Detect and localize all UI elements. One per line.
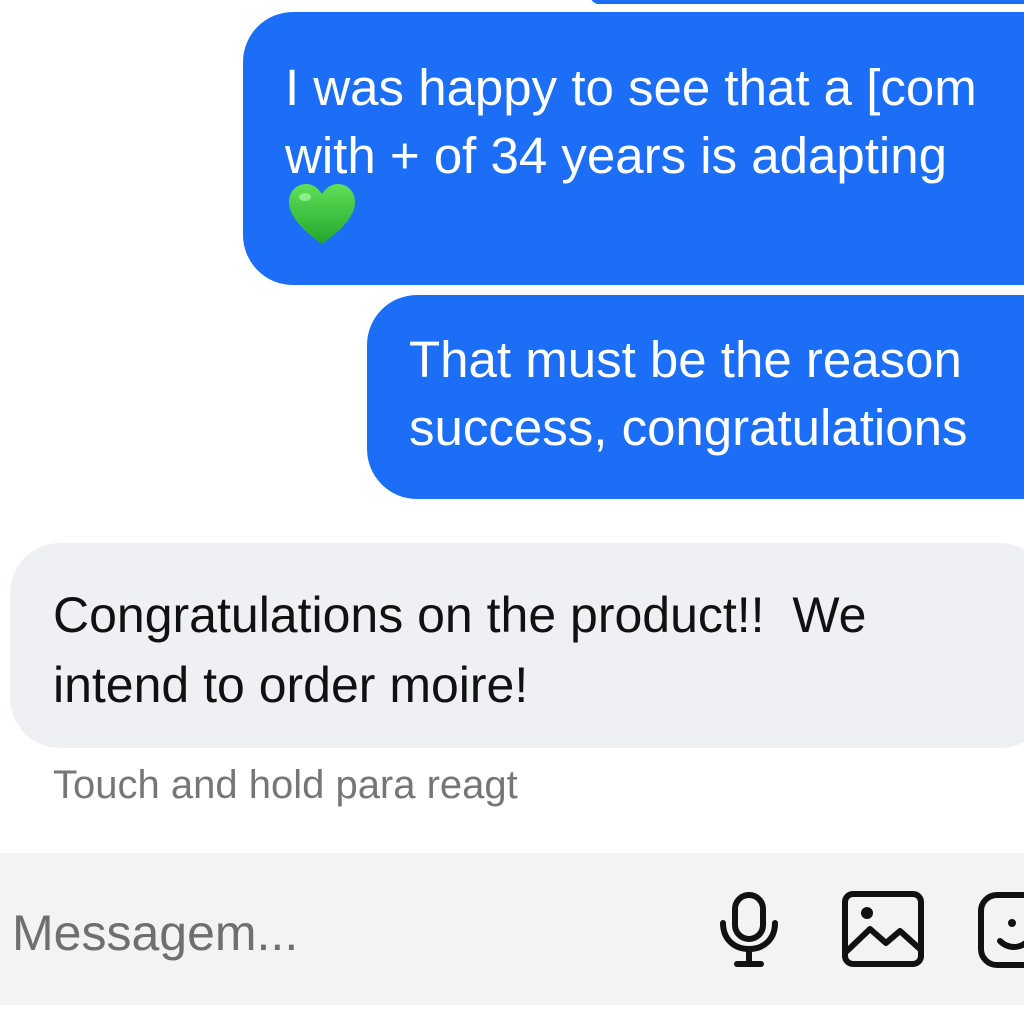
message-line: intend to order moire!	[53, 657, 529, 713]
received-message-bubble[interactable]: Congratulations on the product!! We inte…	[10, 543, 1024, 748]
microphone-icon[interactable]	[716, 889, 782, 969]
message-line: with + of 34 years is adapting	[285, 127, 947, 184]
reaction-hint: Touch and hold para reagt	[53, 763, 518, 807]
image-icon[interactable]	[840, 889, 926, 969]
message-composer	[0, 853, 1024, 1005]
message-line: I was happy to see that a [com	[285, 59, 977, 116]
sent-message-bubble[interactable]: I was happy to see that a [com with + of…	[243, 12, 1024, 285]
bottom-safe-area	[0, 1005, 1024, 1024]
message-line: success, congratulations	[409, 399, 968, 456]
message-input[interactable]	[12, 901, 692, 965]
green-heart-icon	[289, 184, 355, 244]
sticker-icon[interactable]	[976, 889, 1024, 969]
message-line: Congratulations on the product!! We	[53, 587, 867, 643]
previous-message-bubble-edge	[590, 0, 1024, 4]
sent-message-bubble[interactable]: That must be the reason success, congrat…	[367, 295, 1024, 499]
message-line: That must be the reason	[409, 331, 962, 388]
chat-screen: I was happy to see that a [com with + of…	[0, 0, 1024, 1024]
